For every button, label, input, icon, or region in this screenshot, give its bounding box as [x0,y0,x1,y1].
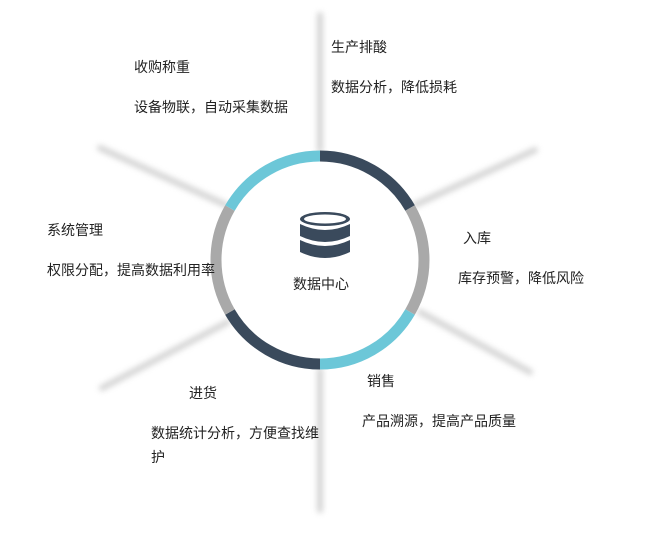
database-icon [300,212,350,258]
section-purchase: 进货 数据统计分析，方便查找维护 [151,382,323,470]
ring-segment-right [405,205,430,315]
ring-segment-left [210,205,235,315]
section-system: 系统管理 权限分配，提高数据利用率 [47,219,217,283]
section-weighing: 收购称重 设备物联，自动采集数据 [134,56,304,120]
ring-segment-bottom-right [319,309,415,370]
section-storage-title: 入库 [463,231,491,247]
ring-segment-top-left [225,150,321,211]
center-label: 数据中心 [293,277,349,293]
ring-segment-bottom-left [225,309,321,370]
section-sales-title: 销售 [367,374,395,390]
section-sales-desc: 产品溯源，提高产品质量 [362,414,516,430]
section-purchase-title: 进货 [189,386,217,402]
section-storage-desc: 库存预警，降低风险 [458,271,584,287]
section-weighing-title: 收购称重 [134,60,190,76]
section-production-desc: 数据分析，降低损耗 [331,80,457,96]
section-production: 生产排酸 数据分析，降低损耗 [331,36,531,100]
section-system-title: 系统管理 [47,223,103,239]
section-production-title: 生产排酸 [331,40,387,56]
section-weighing-desc: 设备物联，自动采集数据 [134,100,288,116]
section-sales: 销售 产品溯源，提高产品质量 [362,370,534,434]
center-ring [210,150,430,370]
section-purchase-desc: 数据统计分析，方便查找维护 [151,426,319,466]
ring-segment-top-right [319,150,415,211]
section-storage: 入库 库存预警，降低风险 [458,227,648,291]
section-system-desc: 权限分配，提高数据利用率 [47,263,215,279]
